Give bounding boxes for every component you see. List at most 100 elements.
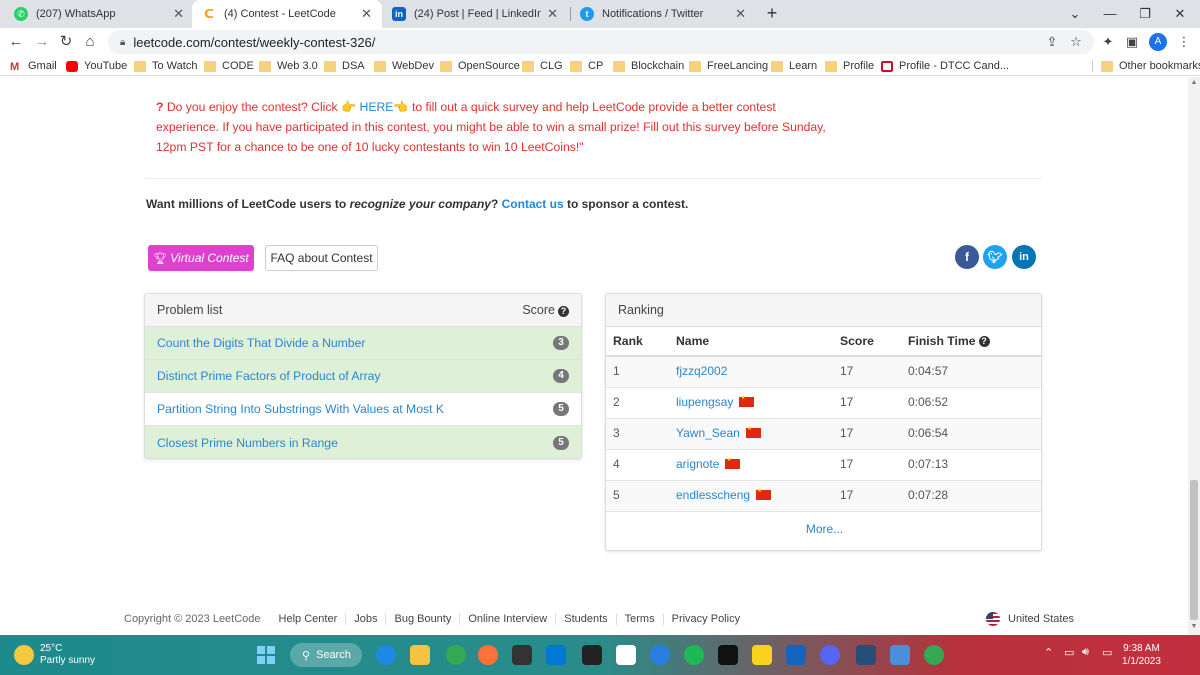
snipping-tool-icon[interactable] (856, 645, 876, 665)
facebook-icon[interactable]: f (955, 245, 979, 269)
side-panel-icon[interactable]: ▣ (1122, 32, 1142, 52)
bookmark-folder[interactable]: DSA (324, 58, 365, 74)
intellij-icon[interactable] (582, 645, 602, 665)
problem-link[interactable]: Partition String Into Substrings With Va… (157, 402, 444, 416)
close-icon[interactable]: ✕ (361, 6, 372, 22)
taskbar-search[interactable]: ⚲ Search (290, 643, 362, 667)
chrome-dev-icon[interactable] (924, 645, 944, 665)
user-link[interactable]: arignote (676, 457, 719, 471)
calculator-icon[interactable] (786, 645, 806, 665)
tab-linkedin[interactable]: in (24) Post | Feed | LinkedIn ✕ (382, 0, 568, 28)
help-icon[interactable]: ? (558, 306, 569, 317)
share-icon[interactable]: ⇪ (1042, 32, 1062, 52)
footer-link-students[interactable]: Students (555, 613, 615, 625)
problem-link[interactable]: Count the Digits That Divide a Number (157, 336, 365, 350)
bookmark-folder[interactable]: Web 3.0 (259, 58, 318, 74)
bookmark-folder[interactable]: Learn (771, 58, 817, 74)
problem-link[interactable]: Closest Prime Numbers in Range (157, 436, 338, 450)
survey-here-link[interactable]: HERE (360, 100, 394, 114)
scrollbar-thumb[interactable] (1190, 480, 1198, 620)
footer-link-online-interview[interactable]: Online Interview (459, 613, 555, 625)
bookmark-folder[interactable]: CP (570, 58, 603, 74)
faq-contest-button[interactable]: FAQ about Contest (265, 245, 378, 271)
notion-icon[interactable] (616, 645, 636, 665)
page-scrollbar[interactable]: ▲ ▼ (1188, 77, 1200, 635)
close-icon[interactable]: ✕ (173, 6, 184, 22)
bookmark-star-icon[interactable]: ☆ (1066, 32, 1086, 52)
bookmark-folder[interactable]: Profile (825, 58, 874, 74)
new-tab-button[interactable]: + (762, 3, 782, 23)
scroll-down-arrow-icon[interactable]: ▼ (1190, 623, 1198, 630)
file-explorer-icon[interactable] (410, 645, 430, 665)
bookmark-gmail[interactable]: M Gmail (10, 58, 57, 74)
restore-button[interactable]: ❐ (1135, 4, 1155, 24)
close-window-button[interactable]: ✕ (1170, 4, 1190, 24)
github-desktop-icon[interactable] (650, 645, 670, 665)
minimize-button[interactable]: — (1100, 4, 1120, 24)
menu-kebab-icon[interactable]: ⋮ (1174, 32, 1194, 52)
virtual-contest-button[interactable]: 🏆︎ Virtual Contest (148, 245, 254, 271)
sticky-notes-icon[interactable] (752, 645, 772, 665)
bookmark-folder[interactable]: WebDev (374, 58, 434, 74)
user-link[interactable]: fjzzq2002 (676, 364, 727, 378)
reload-icon[interactable]: ↻ (56, 32, 76, 52)
country-selector[interactable]: United States (986, 612, 1074, 626)
bookmark-folder[interactable]: CLG (522, 58, 563, 74)
system-clock[interactable]: 9:38 AM 1/1/2023 (1122, 642, 1161, 668)
discord-icon[interactable] (820, 645, 840, 665)
edge-icon[interactable] (376, 645, 396, 665)
other-bookmarks[interactable]: Other bookmarks (1101, 58, 1200, 74)
twitter-icon[interactable]: 🐦︎ (983, 245, 1007, 269)
bookmark-youtube[interactable]: YouTube (66, 58, 127, 74)
help-icon[interactable]: ? (978, 335, 990, 347)
footer-link-jobs[interactable]: Jobs (345, 613, 385, 625)
chevron-up-icon[interactable]: ⌃ (1044, 646, 1053, 659)
problem-link[interactable]: Distinct Prime Factors of Product of Arr… (157, 369, 381, 383)
battery-icon[interactable]: ▭ (1102, 646, 1112, 659)
user-link[interactable]: endlesscheng (676, 488, 750, 502)
contact-us-link[interactable]: Contact us (502, 197, 564, 211)
spotify-icon[interactable] (684, 645, 704, 665)
windows-start-icon[interactable] (257, 646, 275, 664)
close-icon[interactable]: ✕ (547, 6, 558, 22)
footer-link-terms[interactable]: Terms (615, 613, 663, 625)
close-icon[interactable]: ✕ (735, 6, 746, 22)
tab-twitter[interactable]: t Notifications / Twitter ✕ (570, 0, 756, 28)
footer-link-privacy-policy[interactable]: Privacy Policy (662, 613, 748, 625)
more-ranking-link[interactable]: More... (606, 522, 1041, 536)
firefox-icon[interactable] (478, 645, 498, 665)
forward-arrow-icon[interactable]: → (32, 32, 52, 52)
problem-row[interactable]: Distinct Prime Factors of Product of Arr… (145, 360, 581, 393)
bookmark-folder[interactable]: FreeLancing (689, 58, 768, 74)
footer-link-bug-bounty[interactable]: Bug Bounty (385, 613, 459, 625)
user-link[interactable]: Yawn_Sean (676, 426, 740, 440)
profile-avatar[interactable]: A (1149, 33, 1167, 51)
tab-leetcode[interactable]: ᑕ (4) Contest - LeetCode ✕ (192, 0, 382, 28)
vscode-icon[interactable] (546, 645, 566, 665)
bookmark-folder[interactable]: CODE (204, 58, 254, 74)
user-link[interactable]: liupengsay (676, 395, 733, 409)
address-bar[interactable]: 🔒︎ leetcode.com/contest/weekly-contest-3… (108, 30, 1094, 54)
extensions-icon[interactable]: ✦ (1098, 32, 1118, 52)
footer-link-help-center[interactable]: Help Center (279, 613, 346, 625)
tab-whatsapp[interactable]: ✆ (207) WhatsApp ✕ (4, 0, 194, 28)
bookmark-folder[interactable]: To Watch (134, 58, 197, 74)
bookmark-dtcc[interactable]: Profile - DTCC Cand... (881, 58, 1009, 74)
volume-icon[interactable]: 🔊︎ (1082, 646, 1089, 659)
cmd-icon[interactable] (718, 645, 738, 665)
home-icon[interactable]: ⌂ (80, 32, 100, 52)
chrome-icon[interactable] (446, 645, 466, 665)
weather-widget[interactable]: 25°C Partly sunny (14, 643, 95, 667)
terminal-icon[interactable] (512, 645, 532, 665)
linkedin-icon[interactable]: in (1012, 245, 1036, 269)
problem-row[interactable]: Count the Digits That Divide a Number 3 (145, 327, 581, 360)
display-icon[interactable]: ▭ (1064, 646, 1074, 659)
back-arrow-icon[interactable]: ← (6, 32, 26, 52)
tab-search-chevron-icon[interactable]: ⌄ (1065, 4, 1085, 24)
problem-row[interactable]: Partition String Into Substrings With Va… (145, 393, 581, 426)
problem-row[interactable]: Closest Prime Numbers in Range 5 (145, 426, 581, 458)
scroll-up-arrow-icon[interactable]: ▲ (1190, 79, 1198, 86)
notepad-icon[interactable] (890, 645, 910, 665)
bookmark-folder[interactable]: Blockchain (613, 58, 684, 74)
bookmark-folder[interactable]: OpenSource (440, 58, 520, 74)
